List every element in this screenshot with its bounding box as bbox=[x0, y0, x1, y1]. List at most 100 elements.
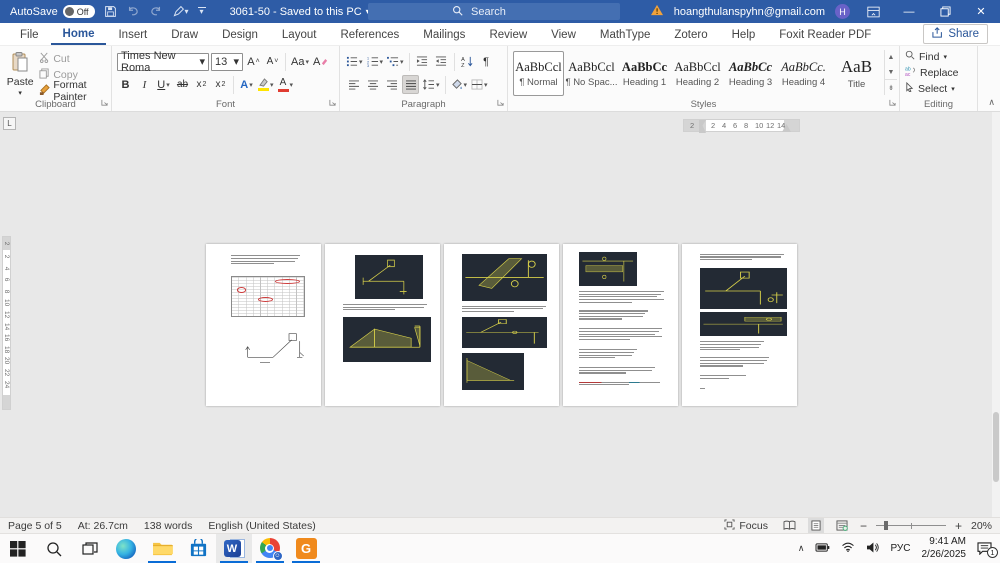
document-title[interactable]: 3061-50 - Saved to this PC▾ bbox=[230, 6, 370, 18]
page-thumbnail-5[interactable] bbox=[682, 244, 797, 406]
subscript-button[interactable]: x2 bbox=[193, 75, 210, 94]
ribbon-tab-mathtype[interactable]: MathType bbox=[588, 25, 663, 44]
styles-gallery-more-icon[interactable]: ⇟ bbox=[885, 79, 897, 95]
styles-gallery-scroll[interactable]: ▲ ▼ ⇟ bbox=[884, 50, 897, 95]
page-thumbnail-1[interactable] bbox=[206, 244, 321, 406]
ribbon-tab-zotero[interactable]: Zotero bbox=[662, 25, 719, 44]
file-explorer-icon[interactable] bbox=[144, 534, 180, 563]
volume-icon[interactable] bbox=[866, 542, 879, 556]
restore-button[interactable] bbox=[932, 0, 958, 23]
task-view-button[interactable] bbox=[72, 534, 108, 563]
font-dialog-launcher-icon[interactable] bbox=[329, 97, 336, 109]
ribbon-tab-draw[interactable]: Draw bbox=[159, 25, 210, 44]
ribbon-tab-home[interactable]: Home bbox=[51, 24, 107, 45]
ink-pen-icon[interactable]: ▾ bbox=[172, 5, 189, 18]
word-count[interactable]: 138 words bbox=[144, 520, 192, 532]
select-button[interactable]: Select▾ bbox=[905, 81, 972, 96]
clear-formatting-button[interactable]: A bbox=[312, 52, 329, 71]
shading-button[interactable]: ▾ bbox=[450, 75, 469, 94]
ribbon-tab-help[interactable]: Help bbox=[720, 25, 768, 44]
page-indicator[interactable]: Page 5 of 5 bbox=[8, 520, 62, 532]
sort-button[interactable]: AZ bbox=[459, 52, 476, 71]
close-button[interactable]: ✕ bbox=[968, 0, 994, 23]
save-icon[interactable] bbox=[104, 5, 117, 18]
zoom-slider-thumb[interactable] bbox=[884, 521, 888, 530]
borders-button[interactable]: ▾ bbox=[470, 75, 489, 94]
find-button[interactable]: Find▾ bbox=[905, 49, 972, 64]
align-left-button[interactable] bbox=[345, 75, 362, 94]
minimize-button[interactable]: — bbox=[896, 0, 922, 23]
battery-icon[interactable] bbox=[815, 543, 830, 555]
ribbon-tab-view[interactable]: View bbox=[539, 25, 588, 44]
vertical-scrollbar[interactable] bbox=[992, 112, 1000, 517]
increase-indent-button[interactable] bbox=[433, 52, 450, 71]
microsoft-store-icon[interactable] bbox=[180, 534, 216, 563]
ribbon-tab-file[interactable]: File bbox=[8, 25, 51, 44]
style-card-title[interactable]: AaBTitle bbox=[831, 51, 882, 96]
font-color-button[interactable]: A ▾ bbox=[277, 75, 295, 94]
multilevel-list-button[interactable]: ▾ bbox=[386, 52, 405, 71]
font-size-combo[interactable]: 13▾ bbox=[211, 53, 243, 71]
ribbon-display-options-icon[interactable] bbox=[860, 0, 886, 23]
warning-icon[interactable] bbox=[650, 4, 664, 19]
replace-button[interactable]: abac Replace bbox=[905, 65, 972, 80]
underline-button[interactable]: U▾ bbox=[155, 75, 172, 94]
print-layout-button[interactable] bbox=[808, 518, 824, 533]
bullets-button[interactable]: ▾ bbox=[345, 52, 364, 71]
language-indicator[interactable]: English (United States) bbox=[208, 520, 315, 532]
shrink-font-button[interactable]: A˅ bbox=[264, 52, 281, 71]
format-painter-button[interactable]: Format Painter bbox=[39, 84, 106, 98]
bold-button[interactable]: B bbox=[117, 75, 134, 94]
style-card--normal[interactable]: AaBbCcl¶ Normal bbox=[513, 51, 564, 96]
redo-icon[interactable] bbox=[149, 6, 163, 18]
start-button[interactable] bbox=[0, 534, 36, 563]
zoom-slider[interactable] bbox=[876, 518, 946, 533]
page-thumbnail-2[interactable] bbox=[325, 244, 440, 406]
share-button[interactable]: Share bbox=[923, 24, 988, 44]
word-icon[interactable]: W bbox=[216, 534, 252, 563]
style-card-heading-4[interactable]: AaBbCc.Heading 4 bbox=[778, 51, 829, 96]
ribbon-tab-layout[interactable]: Layout bbox=[270, 25, 329, 44]
zoom-level[interactable]: 20% bbox=[971, 520, 992, 532]
style-card-heading-3[interactable]: AaBbCcHeading 3 bbox=[725, 51, 776, 96]
change-case-button[interactable]: Aa▾ bbox=[290, 52, 310, 71]
styles-scroll-up-icon[interactable]: ▲ bbox=[885, 50, 897, 65]
page-thumbnail-4[interactable] bbox=[563, 244, 678, 406]
grow-font-button[interactable]: A˄ bbox=[245, 52, 262, 71]
cut-button[interactable]: Cut bbox=[39, 52, 106, 66]
edge-icon[interactable] bbox=[108, 534, 144, 563]
italic-button[interactable]: I bbox=[136, 75, 153, 94]
foxit-pdf-icon[interactable]: G bbox=[288, 534, 324, 563]
ribbon-tab-foxit-reader-pdf[interactable]: Foxit Reader PDF bbox=[767, 25, 883, 44]
taskbar-search-button[interactable] bbox=[36, 534, 72, 563]
align-center-button[interactable] bbox=[364, 75, 381, 94]
taskbar-clock[interactable]: 9:41 AM 2/26/2025 bbox=[922, 536, 967, 561]
page-thumbnail-3[interactable] bbox=[444, 244, 559, 406]
search-box[interactable]: Search bbox=[368, 3, 620, 20]
collapse-ribbon-icon[interactable]: ∧ bbox=[988, 97, 995, 108]
clipboard-dialog-launcher-icon[interactable] bbox=[101, 97, 108, 109]
scrollbar-thumb[interactable] bbox=[993, 412, 999, 482]
web-layout-button[interactable] bbox=[833, 518, 851, 533]
line-spacing-button[interactable]: ▾ bbox=[421, 75, 441, 94]
font-name-combo[interactable]: Times New Roma▾ bbox=[117, 53, 209, 71]
superscript-button[interactable]: x2 bbox=[212, 75, 229, 94]
focus-mode-button[interactable]: Focus bbox=[721, 518, 771, 533]
account-email[interactable]: hoangthulanspyhn@gmail.com bbox=[674, 6, 825, 18]
avatar[interactable]: H bbox=[835, 4, 850, 19]
tray-chevron-up-icon[interactable]: ∧ bbox=[798, 543, 805, 554]
undo-icon[interactable] bbox=[126, 6, 140, 18]
ribbon-tab-insert[interactable]: Insert bbox=[106, 25, 159, 44]
ribbon-tab-review[interactable]: Review bbox=[477, 25, 539, 44]
text-highlight-button[interactable]: ▾ bbox=[257, 75, 275, 94]
zoom-in-button[interactable]: + bbox=[955, 519, 962, 533]
customize-quick-access-icon[interactable]: ▾ bbox=[198, 7, 206, 17]
document-area[interactable]: L 2 2468101214 2 24681012141618202224 bbox=[0, 112, 1000, 517]
align-right-button[interactable] bbox=[383, 75, 400, 94]
strikethrough-button[interactable]: ab bbox=[174, 75, 191, 94]
style-card--no-spac-[interactable]: AaBbCcl¶ No Spac... bbox=[566, 51, 617, 96]
autosave-toggle[interactable]: AutoSave Off bbox=[10, 5, 95, 18]
ribbon-tab-mailings[interactable]: Mailings bbox=[411, 25, 477, 44]
ribbon-tab-design[interactable]: Design bbox=[210, 25, 270, 44]
paragraph-dialog-launcher-icon[interactable] bbox=[497, 97, 504, 109]
